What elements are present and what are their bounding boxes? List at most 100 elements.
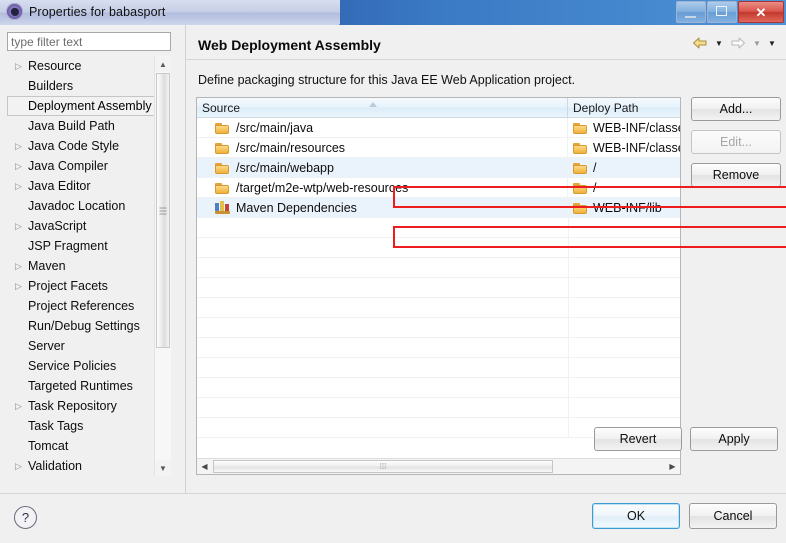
library-icon xyxy=(215,201,230,214)
sidebar-item-label: Service Policies xyxy=(28,359,117,373)
sidebar-item-maven[interactable]: ▷ Maven xyxy=(7,256,155,276)
chevron-right-icon[interactable]: ▷ xyxy=(15,61,28,71)
minimize-button[interactable] xyxy=(676,1,706,23)
apply-button[interactable]: Apply xyxy=(690,427,778,451)
dialog-footer: ? OK Cancel xyxy=(0,494,786,543)
sidebar-item-builders[interactable]: Builders xyxy=(7,76,155,96)
sidebar-item-javascript[interactable]: ▷ JavaScript xyxy=(7,216,155,236)
table-row[interactable]: /src/main/resources WEB-INF/classe xyxy=(197,138,680,158)
sidebar-item-label: Java Code Style xyxy=(28,139,120,153)
scrollbar-grip-icon: ⁞⁞⁞ xyxy=(379,461,387,471)
table-row[interactable]: Maven Dependencies WEB-INF/lib xyxy=(197,198,680,218)
chevron-right-icon[interactable]: ▷ xyxy=(15,261,28,271)
table-action-buttons: Add... Edit... Remove xyxy=(691,97,781,196)
tree-scrollbar-thumb[interactable] xyxy=(156,73,170,348)
table-scroll-left-icon[interactable]: ◀ xyxy=(197,459,212,474)
sidebar-item-label: Deployment Assembly xyxy=(28,99,152,113)
sidebar-item-run-debug-settings[interactable]: Run/Debug Settings xyxy=(7,316,155,336)
add-button[interactable]: Add... xyxy=(691,97,781,121)
scroll-down-icon[interactable]: ▼ xyxy=(155,460,171,476)
titlebar-title-group: Properties for babasport xyxy=(6,3,166,20)
table-row[interactable]: /src/main/webapp / xyxy=(197,158,680,178)
column-header-deploy-path[interactable]: Deploy Path xyxy=(568,98,680,117)
table-scroll-right-icon[interactable]: ▶ xyxy=(665,459,680,474)
folder-icon xyxy=(573,122,588,134)
page-title-divider xyxy=(186,59,786,60)
cell-deploy-path: WEB-INF/classe xyxy=(568,118,680,137)
close-icon: ✕ xyxy=(755,4,767,20)
footer-buttons: OK Cancel xyxy=(592,503,777,529)
forward-arrow-icon xyxy=(728,33,748,53)
sidebar-item-tomcat[interactable]: Tomcat xyxy=(7,436,155,456)
revert-button[interactable]: Revert xyxy=(594,427,682,451)
close-button[interactable]: ✕ xyxy=(738,1,784,23)
sidebar-item-javadoc-location[interactable]: Javadoc Location xyxy=(7,196,155,216)
table-row[interactable]: /target/m2e-wtp/web-resources / xyxy=(197,178,680,198)
table-row[interactable]: /src/main/java WEB-INF/classe xyxy=(197,118,680,138)
table-empty-row xyxy=(197,318,680,338)
cell-deploy-path: WEB-INF/lib xyxy=(568,198,680,217)
sidebar-item-service-policies[interactable]: Service Policies xyxy=(7,356,155,376)
table-empty-rows xyxy=(197,218,680,438)
sidebar-item-project-references[interactable]: Project References xyxy=(7,296,155,316)
cell-source: Maven Dependencies xyxy=(197,198,568,217)
window-title: Properties for babasport xyxy=(29,4,166,19)
sidebar-item-jsp-fragment[interactable]: JSP Fragment xyxy=(7,236,155,256)
cell-source: /src/main/webapp xyxy=(197,158,568,177)
scrollbar-grip-icon xyxy=(159,207,167,214)
cell-source: /target/m2e-wtp/web-resources xyxy=(197,178,568,197)
sidebar-item-label: Targeted Runtimes xyxy=(28,379,133,393)
cell-deploy-path-label: / xyxy=(593,180,597,195)
sidebar-item-java-build-path[interactable]: Java Build Path xyxy=(7,116,155,136)
filter-input[interactable] xyxy=(7,32,171,51)
help-icon[interactable]: ? xyxy=(14,506,37,529)
table-empty-row xyxy=(197,398,680,418)
sidebar-item-java-editor[interactable]: ▷ Java Editor xyxy=(7,176,155,196)
maximize-button[interactable] xyxy=(707,1,737,23)
chevron-right-icon[interactable]: ▷ xyxy=(15,221,28,231)
table-horizontal-scrollbar[interactable]: ◀ ⁞⁞⁞ ▶ xyxy=(197,458,680,474)
scroll-up-icon[interactable]: ▲ xyxy=(155,56,171,72)
sidebar-item-targeted-runtimes[interactable]: Targeted Runtimes xyxy=(7,376,155,396)
cell-deploy-path-label: / xyxy=(593,160,597,175)
cancel-button[interactable]: Cancel xyxy=(689,503,777,529)
folder-icon xyxy=(215,122,230,134)
ok-button[interactable]: OK xyxy=(592,503,680,529)
page-action-buttons: Revert Apply xyxy=(594,427,778,451)
table-empty-row xyxy=(197,238,680,258)
deployment-assembly-table: Source Deploy Path /src/main/java WEB-INF… xyxy=(196,97,681,475)
back-menu-chevron-down-icon[interactable]: ▼ xyxy=(713,33,725,53)
settings-tree-list: ▷ Resource Builders Deployment Assembly Java… xyxy=(7,56,155,476)
sidebar-item-resource[interactable]: ▷ Resource xyxy=(7,56,155,76)
sidebar-item-label: JSP Fragment xyxy=(28,239,108,253)
sidebar-item-project-facets[interactable]: ▷ Project Facets xyxy=(7,276,155,296)
sidebar-item-task-repository[interactable]: ▷ Task Repository xyxy=(7,396,155,416)
settings-page: Web Deployment Assembly ▼ ▼ ▼ Define pac xyxy=(186,25,786,493)
chevron-right-icon[interactable]: ▷ xyxy=(15,161,28,171)
chevron-right-icon[interactable]: ▷ xyxy=(15,141,28,151)
table-empty-row xyxy=(197,258,680,278)
remove-button[interactable]: Remove xyxy=(691,163,781,187)
sidebar-item-java-compiler[interactable]: ▷ Java Compiler xyxy=(7,156,155,176)
chevron-right-icon[interactable]: ▷ xyxy=(15,461,28,471)
back-arrow-icon[interactable] xyxy=(690,33,710,53)
sidebar-item-task-tags[interactable]: Task Tags xyxy=(7,416,155,436)
folder-icon xyxy=(573,202,588,214)
chevron-right-icon[interactable]: ▷ xyxy=(15,181,28,191)
tree-vertical-scrollbar[interactable]: ▲ ▼ xyxy=(154,56,171,476)
sidebar-item-label: Resource xyxy=(28,59,82,73)
chevron-right-icon[interactable]: ▷ xyxy=(15,281,28,291)
column-header-source[interactable]: Source xyxy=(197,98,568,117)
page-navigation: ▼ ▼ ▼ xyxy=(690,33,778,53)
table-hscrollbar-thumb[interactable]: ⁞⁞⁞ xyxy=(213,460,553,473)
column-header-source-label: Source xyxy=(202,100,241,115)
sidebar-item-deployment-assembly[interactable]: Deployment Assembly xyxy=(7,96,155,116)
sidebar-item-label: Maven xyxy=(28,259,66,273)
chevron-right-icon[interactable]: ▷ xyxy=(15,401,28,411)
sidebar-item-validation[interactable]: ▷ Validation xyxy=(7,456,155,476)
sidebar-item-label: Java Compiler xyxy=(28,159,108,173)
sidebar-item-java-code-style[interactable]: ▷ Java Code Style xyxy=(7,136,155,156)
sidebar-item-label: Validation xyxy=(28,459,82,473)
view-menu-chevron-down-icon[interactable]: ▼ xyxy=(766,33,778,53)
sidebar-item-server[interactable]: Server xyxy=(7,336,155,356)
